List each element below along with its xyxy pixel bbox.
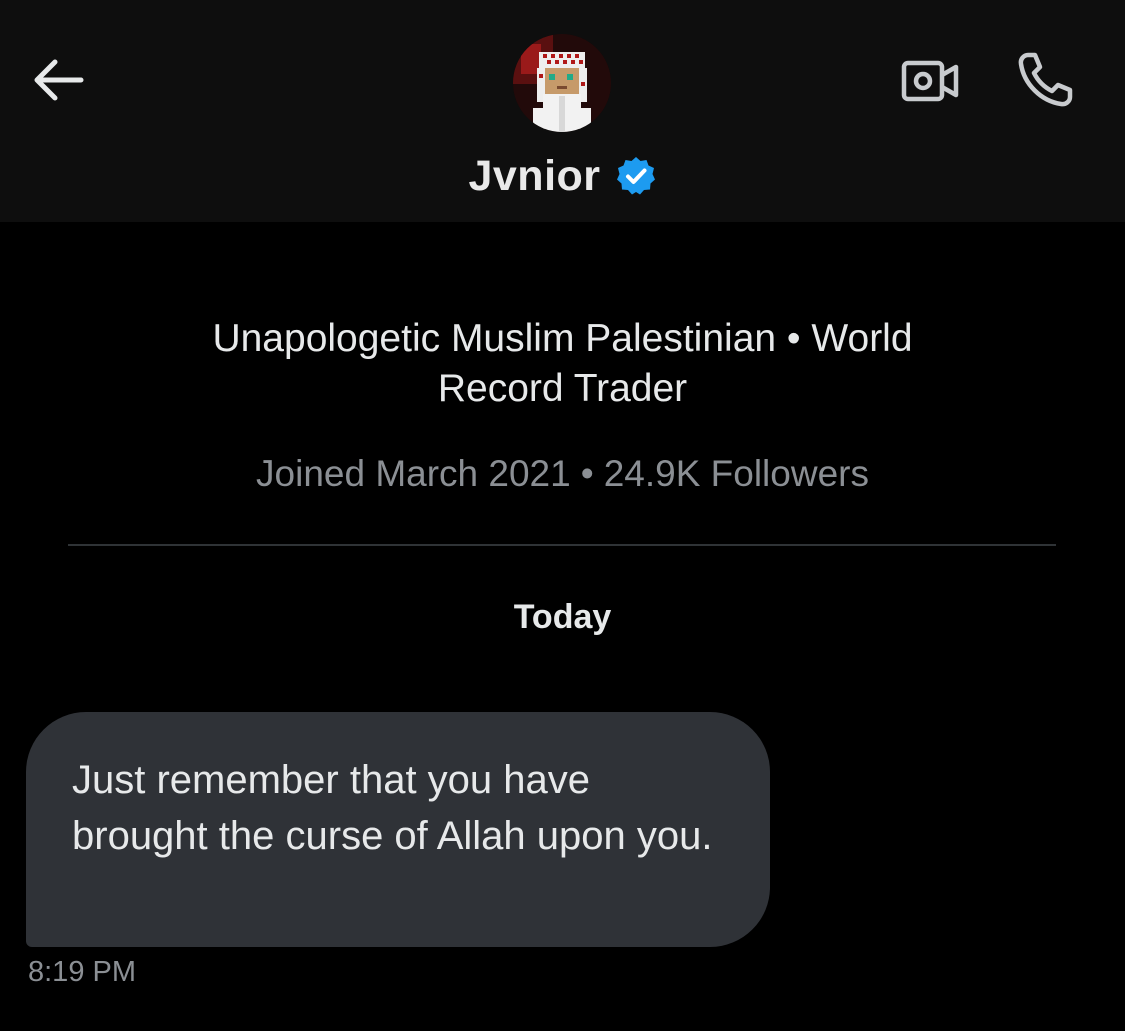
divider	[68, 544, 1056, 546]
phone-icon	[1018, 52, 1073, 107]
followers-count[interactable]: 24.9K Followers	[604, 448, 869, 500]
profile-meta: Joined March 2021 • 24.9K Followers	[100, 448, 1025, 500]
message-bubble[interactable]: Just remember that you have brought the …	[26, 712, 770, 947]
arrow-left-icon	[34, 59, 84, 101]
video-camera-icon	[901, 60, 959, 102]
message-text: Just remember that you have brought the …	[72, 758, 713, 858]
verified-badge-icon	[615, 155, 657, 197]
voice-call-button[interactable]	[1010, 48, 1080, 112]
back-button[interactable]	[28, 52, 88, 108]
profile-bio: Unapologetic Muslim Palestinian • World …	[140, 314, 985, 414]
meta-separator: •	[580, 453, 594, 494]
conversation-title[interactable]: Jvnior	[0, 146, 1125, 206]
conversation-name: Jvnior	[468, 151, 601, 200]
bio-line: Unapologetic Muslim Palestinian • World	[212, 317, 913, 360]
avatar[interactable]	[513, 34, 611, 132]
video-call-button[interactable]	[896, 52, 964, 110]
pixel-art-avatar-image	[513, 34, 611, 132]
joined-date: Joined March 2021	[256, 453, 571, 494]
message-timestamp: 8:19 PM	[28, 956, 136, 988]
bio-line: Record Trader	[437, 367, 688, 410]
conversation-header: Jvnior	[0, 0, 1125, 222]
date-separator: Today	[513, 598, 612, 636]
